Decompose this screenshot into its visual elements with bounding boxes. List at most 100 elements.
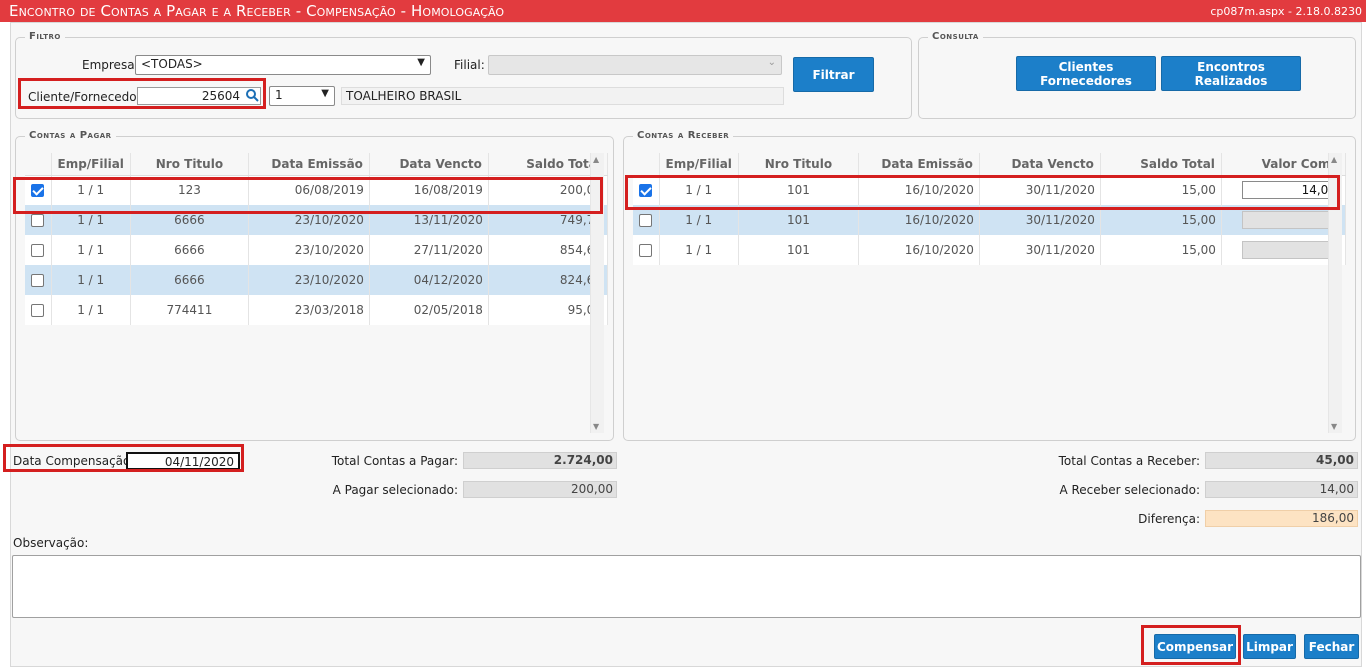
- receber-header-saldo[interactable]: Saldo Total: [1100, 153, 1222, 176]
- cell-emissao: 16/10/2020: [858, 205, 980, 235]
- cliente-seq-value: 1: [275, 88, 283, 102]
- scroll-up-icon[interactable]: ▲: [593, 155, 599, 164]
- receber-header-emp[interactable]: Emp/Filial: [659, 153, 739, 176]
- clientes-fornecedores-button[interactable]: Clientes Fornecedores: [1016, 56, 1156, 91]
- pagar-header-row: Emp/Filial Nro Titulo Data Emissão Data …: [25, 153, 608, 176]
- receber-sel-label: A Receber selecionado:: [1059, 483, 1200, 497]
- scroll-up-icon[interactable]: ▲: [1331, 155, 1337, 164]
- filial-label: Filial:: [454, 58, 485, 72]
- row-checkbox[interactable]: [31, 214, 45, 227]
- total-pagar-value: 2.724,00: [463, 452, 617, 469]
- encontros-label-1: Encontros: [1197, 59, 1265, 74]
- table-row[interactable]: 1 / 1 774411 23/03/2018 02/05/2018 95,00: [25, 295, 608, 325]
- table-row[interactable]: 1 / 1 6666 23/10/2020 04/12/2020 824,65: [25, 265, 608, 295]
- total-receber-value: 45,00: [1205, 452, 1358, 469]
- receber-header-vencto[interactable]: Data Vencto: [979, 153, 1101, 176]
- cliente-code-input[interactable]: 25604: [137, 87, 261, 105]
- row-checkbox[interactable]: [31, 184, 45, 198]
- cell-vencto: 16/08/2019: [369, 175, 489, 205]
- cell-emissao: 23/10/2020: [248, 205, 370, 235]
- cell-nro: 123: [130, 175, 249, 205]
- cell-select: [25, 295, 52, 325]
- cell-saldo: 15,00: [1100, 235, 1222, 265]
- table-row[interactable]: 1 / 1 123 06/08/2019 16/08/2019 200,00: [25, 175, 608, 205]
- cliente-seq-select[interactable]: 1 ▼: [269, 86, 335, 106]
- filtrar-button[interactable]: Filtrar: [793, 57, 874, 92]
- pagar-fieldset: Contas a Pagar Emp/Filial Nro Titulo Dat…: [15, 130, 614, 441]
- cell-emp: 1 / 1: [51, 295, 131, 325]
- scroll-down-icon[interactable]: ▼: [1331, 422, 1337, 431]
- cell-nro: 774411: [130, 295, 249, 325]
- row-checkbox[interactable]: [639, 244, 653, 257]
- observacao-textarea[interactable]: [12, 555, 1361, 618]
- fechar-button[interactable]: Fechar: [1304, 634, 1359, 659]
- data-comp-label: Data Compensação:: [13, 454, 135, 468]
- receber-legend: Contas a Receber: [633, 130, 734, 141]
- cell-emissao: 16/10/2020: [858, 175, 980, 205]
- cell-emissao: 23/03/2018: [248, 295, 370, 325]
- receber-fieldset: Contas a Receber Emp/Filial Nro Titulo D…: [623, 130, 1356, 441]
- table-row[interactable]: 1 / 1 101 16/10/2020 30/11/2020 15,00 14,00: [633, 175, 1346, 205]
- receber-scrollbar[interactable]: ▲ ▼: [1328, 153, 1342, 433]
- compensar-button[interactable]: Compensar: [1154, 634, 1236, 659]
- page-title: Encontro de Contas a Pagar e a Receber -…: [9, 2, 505, 20]
- encontros-realizados-button[interactable]: Encontros Realizados: [1161, 56, 1301, 91]
- receber-table: Emp/Filial Nro Titulo Data Emissão Data …: [633, 153, 1346, 265]
- row-checkbox[interactable]: [31, 304, 45, 317]
- receber-header-comp[interactable]: Valor Comp: [1221, 153, 1346, 176]
- version-label: cp087m.aspx - 2.18.0.8230: [1210, 5, 1362, 18]
- row-checkbox[interactable]: [31, 274, 45, 287]
- limpar-button[interactable]: Limpar: [1243, 634, 1296, 659]
- row-checkbox[interactable]: [31, 244, 45, 257]
- table-row[interactable]: 1 / 1 6666 23/10/2020 13/11/2020 749,70: [25, 205, 608, 235]
- total-pagar-label: Total Contas a Pagar:: [331, 454, 458, 468]
- main-form: Filtro Empresa: <TODAS> ▼ Filial: ⌄ Clie…: [10, 22, 1362, 667]
- row-checkbox[interactable]: [639, 184, 653, 198]
- cell-emp: 1 / 1: [659, 175, 739, 205]
- cell-emp: 1 / 1: [51, 235, 131, 265]
- table-row[interactable]: 1 / 1 101 16/10/2020 30/11/2020 15,00: [633, 235, 1346, 265]
- table-row[interactable]: 1 / 1 101 16/10/2020 30/11/2020 15,00: [633, 205, 1346, 235]
- pagar-scrollbar[interactable]: ▲ ▼: [590, 153, 604, 433]
- receber-header-nro[interactable]: Nro Titulo: [738, 153, 859, 176]
- cell-emissao: 23/10/2020: [248, 235, 370, 265]
- data-comp-value: 04/11/2020: [164, 455, 234, 469]
- data-comp-input[interactable]: 04/11/2020: [126, 452, 240, 470]
- cell-emp: 1 / 1: [659, 235, 739, 265]
- cell-select: [25, 205, 52, 235]
- cliente-name-field: TOALHEIRO BRASIL: [341, 87, 784, 105]
- cell-vencto: 30/11/2020: [979, 235, 1101, 265]
- chevron-down-icon: ▼: [321, 88, 329, 99]
- valor-comp-input[interactable]: [1241, 241, 1340, 259]
- pagar-sel-value: 200,00: [463, 481, 617, 498]
- cell-nro: 6666: [130, 235, 249, 265]
- pagar-header-nro[interactable]: Nro Titulo: [130, 153, 249, 176]
- filial-select[interactable]: ⌄: [488, 55, 782, 75]
- receber-header-emissao[interactable]: Data Emissão: [858, 153, 980, 176]
- cell-emp: 1 / 1: [51, 205, 131, 235]
- valor-comp-input[interactable]: [1241, 211, 1340, 229]
- cell-vencto: 27/11/2020: [369, 235, 489, 265]
- pagar-header-emp[interactable]: Emp/Filial: [51, 153, 131, 176]
- cell-nro: 101: [738, 235, 859, 265]
- consulta-legend: Consulta: [928, 31, 983, 42]
- receber-header-select: [633, 153, 660, 176]
- receber-header-row: Emp/Filial Nro Titulo Data Emissão Data …: [633, 153, 1346, 176]
- pagar-header-vencto[interactable]: Data Vencto: [369, 153, 489, 176]
- chevron-down-icon: ▼: [417, 57, 425, 68]
- valor-comp-input[interactable]: 14,00: [1241, 181, 1340, 200]
- table-row[interactable]: 1 / 1 6666 23/10/2020 27/11/2020 854,65: [25, 235, 608, 265]
- cell-select: [633, 205, 660, 235]
- search-icon[interactable]: [245, 88, 261, 104]
- scroll-down-icon[interactable]: ▼: [593, 422, 599, 431]
- total-receber-label: Total Contas a Receber:: [1058, 454, 1200, 468]
- pagar-header-select: [25, 153, 52, 176]
- empresa-select[interactable]: <TODAS> ▼: [135, 55, 431, 75]
- cell-nro: 6666: [130, 205, 249, 235]
- row-checkbox[interactable]: [639, 214, 653, 227]
- pagar-header-emissao[interactable]: Data Emissão: [248, 153, 370, 176]
- cell-emissao: 06/08/2019: [248, 175, 370, 205]
- filter-fieldset: Filtro Empresa: <TODAS> ▼ Filial: ⌄ Clie…: [15, 31, 912, 119]
- cell-saldo: 15,00: [1100, 205, 1222, 235]
- cliente-name-value: TOALHEIRO BRASIL: [346, 89, 462, 103]
